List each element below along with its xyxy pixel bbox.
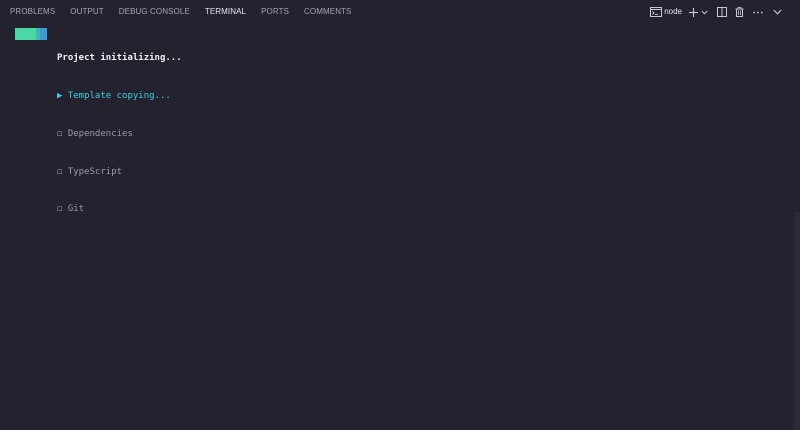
- terminal-scrollbar[interactable]: [794, 212, 800, 430]
- panel-tabs: PROBLEMS OUTPUT DEBUG CONSOLE TERMINAL P…: [10, 0, 367, 24]
- checkbox-icon: ◻: [57, 128, 63, 139]
- launch-profile-button[interactable]: [701, 10, 708, 15]
- kill-terminal-button[interactable]: [735, 7, 744, 17]
- step-label: Template copying...: [67, 90, 171, 101]
- panel-tab-bar: PROBLEMS OUTPUT DEBUG CONSOLE TERMINAL P…: [0, 0, 800, 24]
- split-icon: [717, 7, 727, 17]
- tab-terminal[interactable]: TERMINAL: [205, 0, 246, 24]
- split-terminal-button[interactable]: [717, 7, 727, 17]
- shell-label: node: [664, 7, 682, 16]
- terminal-output[interactable]: Project initializing... ▶ Template copyi…: [0, 24, 800, 430]
- terminal-selector-button[interactable]: node: [650, 0, 682, 24]
- tab-debug-console[interactable]: DEBUG CONSOLE: [119, 0, 190, 24]
- panel-actions: node: [650, 0, 782, 24]
- step-label: TypeScript: [67, 166, 123, 177]
- chevron-down-icon: [773, 9, 782, 15]
- maximize-panel-button[interactable]: [773, 9, 782, 15]
- step-label: Dependencies: [67, 128, 133, 139]
- terminal-lines: Project initializing... ▶ Template copyi…: [57, 27, 182, 241]
- ellipsis-icon: [753, 11, 763, 14]
- checkbox-icon: ◻: [57, 204, 63, 215]
- play-icon: ▶: [57, 90, 63, 101]
- tab-problems[interactable]: PROBLEMS: [10, 0, 55, 24]
- step-label: Git: [67, 204, 85, 215]
- progress-badge: [15, 28, 47, 40]
- tab-output[interactable]: OUTPUT: [70, 0, 104, 24]
- tab-comments[interactable]: COMMENTS: [304, 0, 351, 24]
- chevron-down-icon: [701, 10, 708, 15]
- tab-ports[interactable]: PORTS: [261, 0, 289, 24]
- terminal-title-line: Project initializing...: [57, 53, 182, 64]
- step-line-active: ▶ Template copying...: [57, 90, 182, 103]
- step-line: ◻ Dependencies: [57, 128, 182, 141]
- terminal-icon: [650, 7, 663, 17]
- terminal-panel: PROBLEMS OUTPUT DEBUG CONSOLE TERMINAL P…: [0, 0, 800, 430]
- new-terminal-button[interactable]: [688, 7, 699, 18]
- plus-icon: [688, 7, 699, 18]
- more-actions-button[interactable]: [753, 11, 763, 14]
- step-line: ◻ Git: [57, 203, 182, 216]
- trash-icon: [735, 7, 744, 17]
- checkbox-icon: ◻: [57, 166, 63, 177]
- step-line: ◻ TypeScript: [57, 166, 182, 179]
